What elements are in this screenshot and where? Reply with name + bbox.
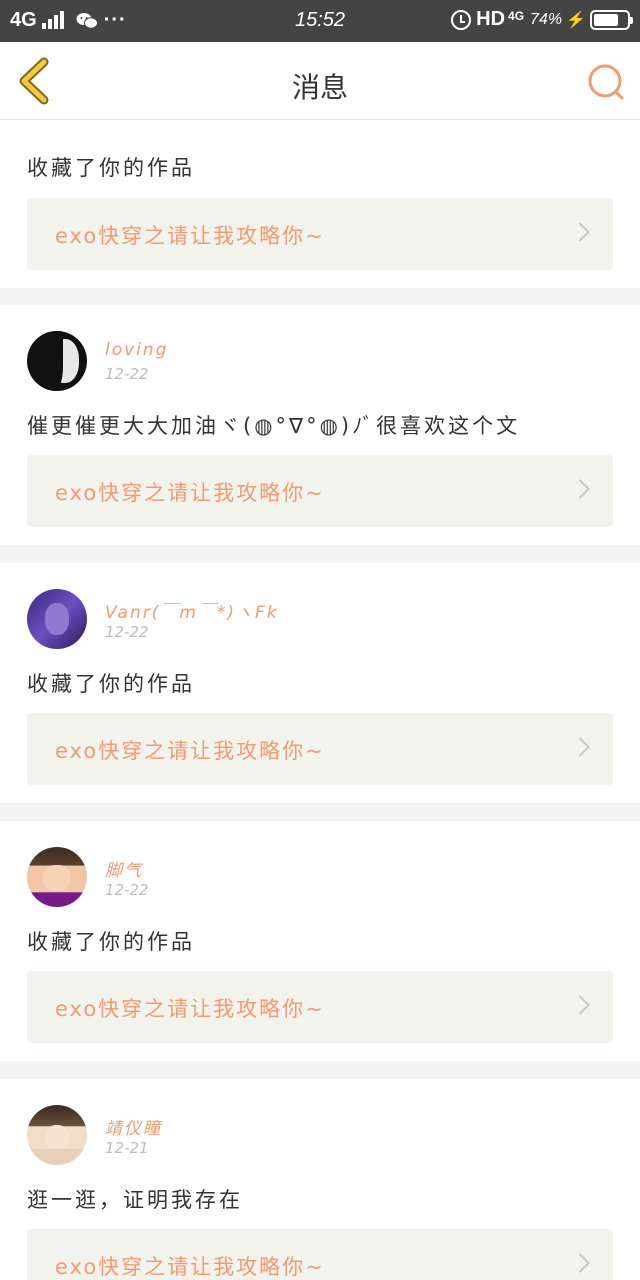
work-link[interactable]: exo快穿之请让我攻略你~ [27,455,613,527]
hd-label: HD [476,8,506,30]
work-title: exo快穿之请让我攻略你~ [55,481,325,505]
chevron-right-icon [570,737,590,757]
timestamp: 12-21 [105,1139,149,1157]
message-card: 靖仪瞳 12-21 逛一逛，证明我存在 exo快穿之请让我攻略你~ [0,1079,640,1280]
work-link[interactable]: exo快穿之请让我攻略你~ [27,198,613,270]
page-title: 消息 [291,71,348,104]
avatar[interactable] [27,589,87,649]
work-title: exo快穿之请让我攻略你~ [55,997,325,1021]
message-text: 收藏了你的作品 [27,930,195,954]
username[interactable]: 靖仪瞳 [105,1114,162,1139]
message-card: 脚气 12-22 收藏了你的作品 exo快穿之请让我攻略你~ [0,821,640,1061]
chevron-right-icon [570,995,590,1015]
status-bar: 4G ··· 15:52 HD 4G 74% ⚡ [0,0,640,42]
alarm-icon [451,9,472,30]
chevron-right-icon [570,479,590,499]
chevron-right-icon [570,222,590,242]
work-title: exo快穿之请让我攻略你~ [55,224,325,248]
message-text: 逛一逛，证明我存在 [27,1188,243,1212]
timestamp: 12-22 [105,881,149,899]
work-link[interactable]: exo快穿之请让我攻略你~ [27,713,613,785]
username[interactable]: 脚气 [105,856,143,881]
message-card: 收藏了你的作品 exo快穿之请让我攻略你~ [0,120,640,288]
username[interactable]: Vanr(￣m￣*)ヽFk [105,598,279,623]
avatar[interactable] [27,1105,87,1165]
message-card: loving 12-22 催更催更大大加油ヾ(◍°∇°◍)ﾉﾞ很喜欢这个文 ex… [0,305,640,545]
message-card: Vanr(￣m￣*)ヽFk 12-22 收藏了你的作品 exo快穿之请让我攻略你… [0,563,640,803]
nav-header: 消息 [0,42,640,120]
battery-icon [590,9,633,30]
message-text: 收藏了你的作品 [27,672,195,696]
message-text: 催更催更大大加油ヾ(◍°∇°◍)ﾉﾞ很喜欢这个文 [27,414,521,438]
search-icon[interactable] [586,62,626,102]
network-label-2: 4G [508,8,525,23]
avatar[interactable] [27,847,87,907]
chevron-right-icon [570,1253,590,1273]
username[interactable]: loving [105,340,168,360]
work-title: exo快穿之请让我攻略你~ [55,739,325,763]
charging-icon: ⚡ [566,11,586,29]
work-link[interactable]: exo快穿之请让我攻略你~ [27,971,613,1043]
battery-percent: 74% [530,10,563,28]
work-title: exo快穿之请让我攻略你~ [55,1255,325,1279]
work-link[interactable]: exo快穿之请让我攻略你~ [27,1229,613,1280]
timestamp: 12-22 [105,623,149,641]
message-text: 收藏了你的作品 [27,156,195,180]
avatar[interactable] [27,331,87,391]
timestamp: 12-22 [105,365,149,383]
message-list[interactable]: 收藏了你的作品 exo快穿之请让我攻略你~ loving 12-22 催更催更大… [0,120,640,1280]
